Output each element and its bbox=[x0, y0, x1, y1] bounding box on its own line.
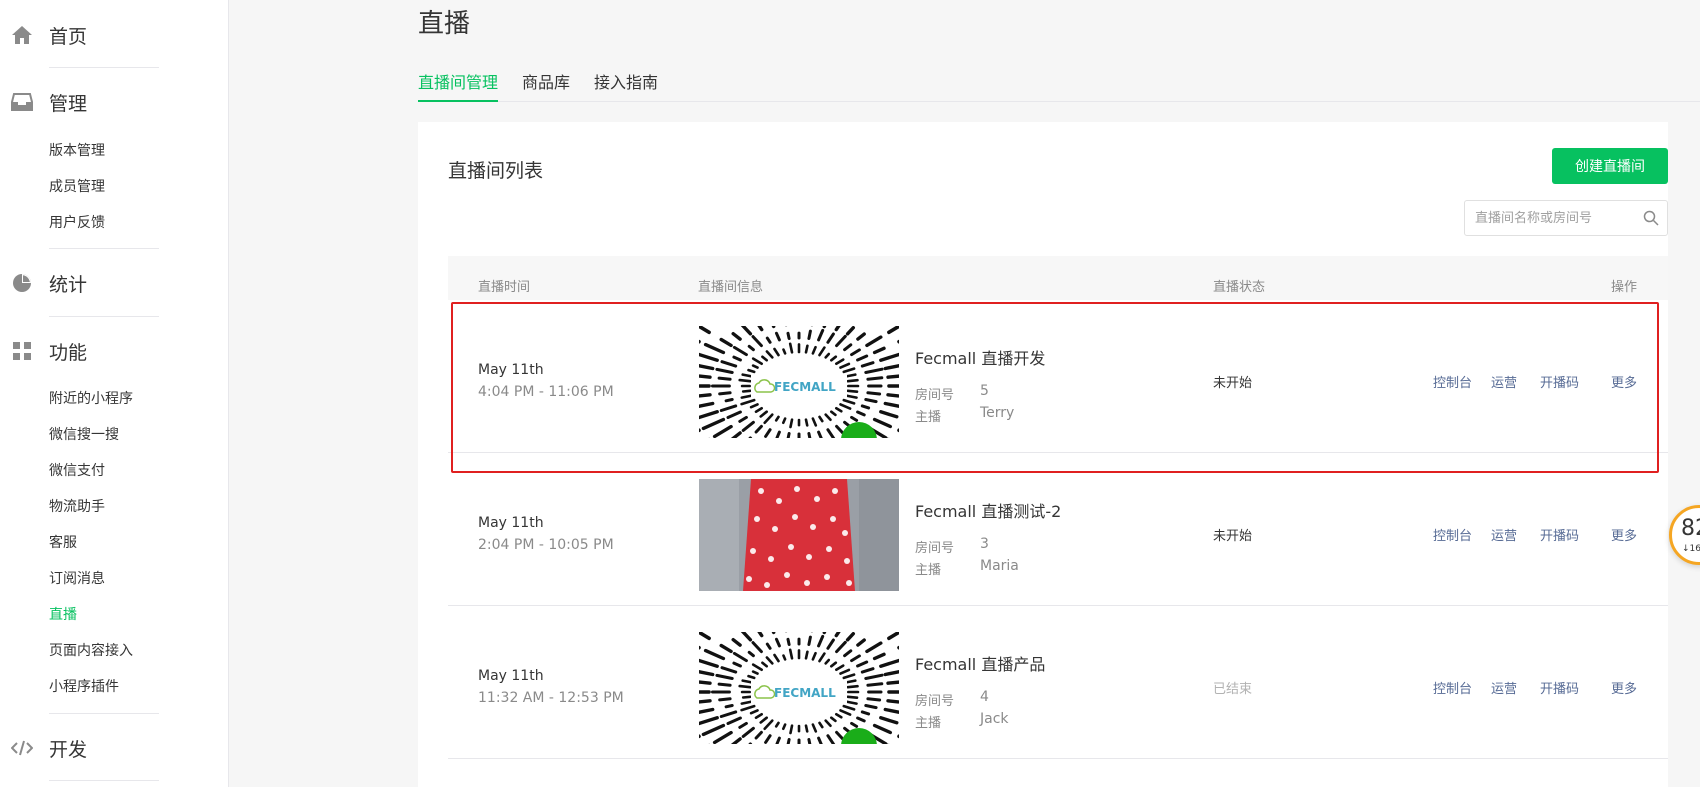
sidebar-item-home[interactable]: 首页 bbox=[0, 15, 229, 55]
start-code-link[interactable]: 开播码 bbox=[1540, 372, 1579, 391]
more-link[interactable]: 更多 bbox=[1611, 525, 1637, 544]
table-row: May 11th 4:04 PM - 11:06 PM FECMALL Fecm… bbox=[448, 300, 1668, 453]
sidebar-item-label: 首页 bbox=[49, 25, 88, 48]
room-number: 4 bbox=[980, 689, 989, 705]
live-status: 未开始 bbox=[1213, 529, 1253, 544]
tab-live-room-manage[interactable]: 直播间管理 bbox=[418, 69, 499, 102]
console-link[interactable]: 控制台 bbox=[1433, 678, 1472, 697]
create-live-room-button[interactable]: 创建直播间 bbox=[1552, 148, 1668, 184]
sidebar-item-label: 开发 bbox=[49, 738, 88, 761]
operate-link[interactable]: 运营 bbox=[1491, 372, 1517, 391]
live-date: May 11th bbox=[478, 668, 544, 684]
host-label: 主播 bbox=[915, 410, 942, 425]
column-header-status: 直播状态 bbox=[1213, 280, 1266, 295]
divider bbox=[49, 248, 159, 249]
badge-value: 82 bbox=[1681, 516, 1700, 541]
live-date: May 11th bbox=[478, 362, 544, 378]
host-label: 主播 bbox=[915, 716, 942, 731]
live-date: May 11th bbox=[478, 515, 544, 531]
sidebar-item-label: 管理 bbox=[49, 92, 88, 115]
search-input[interactable] bbox=[1475, 201, 1635, 235]
table-row: May 11th 2:04 PM - 10:05 PM Fecmall 直播测试… bbox=[448, 453, 1668, 606]
main-content: 直播 直播间管理 商品库 接入指南 直播间列表 创建直播间 直播时间 直播间信息… bbox=[418, 0, 1700, 787]
start-code-link[interactable]: 开播码 bbox=[1540, 525, 1579, 544]
live-status: 已结束 bbox=[1213, 682, 1253, 697]
divider bbox=[49, 713, 159, 714]
room-number: 5 bbox=[980, 383, 989, 399]
code-icon bbox=[11, 737, 33, 759]
sidebar-item-feedback[interactable]: 用户反馈 bbox=[49, 213, 105, 233]
page-title: 直播 bbox=[418, 9, 471, 39]
host-label: 主播 bbox=[915, 563, 942, 578]
sidebar-item-manage[interactable]: 管理 bbox=[0, 82, 229, 122]
column-header-actions: 操作 bbox=[1611, 280, 1638, 295]
card-title: 直播间列表 bbox=[448, 160, 544, 182]
console-link[interactable]: 控制台 bbox=[1433, 372, 1472, 391]
console-link[interactable]: 控制台 bbox=[1433, 525, 1472, 544]
sidebar-item-logistics[interactable]: 物流助手 bbox=[49, 497, 105, 517]
host-name: Maria bbox=[980, 558, 1019, 574]
sidebar-item-pay[interactable]: 微信支付 bbox=[49, 461, 105, 481]
search-icon[interactable] bbox=[1643, 210, 1659, 226]
sidebar-item-label: 功能 bbox=[49, 341, 88, 364]
sidebar-item-label: 统计 bbox=[49, 273, 88, 296]
column-header-time: 直播时间 bbox=[478, 280, 531, 295]
tab-product-library[interactable]: 商品库 bbox=[522, 69, 570, 102]
divider bbox=[49, 780, 159, 781]
live-room-card: 直播间列表 创建直播间 直播时间 直播间信息 直播状态 操作 May 11th … bbox=[418, 122, 1668, 787]
sidebar-item-plugin[interactable]: 小程序插件 bbox=[49, 677, 119, 697]
room-title: Fecmall 直播开发 bbox=[915, 349, 1046, 368]
home-icon bbox=[11, 24, 33, 46]
room-number: 3 bbox=[980, 536, 989, 552]
sidebar-item-search[interactable]: 微信搜一搜 bbox=[49, 425, 119, 445]
live-status: 未开始 bbox=[1213, 376, 1253, 391]
badge-sub-value: ↓16. bbox=[1682, 544, 1700, 554]
room-title: Fecmall 直播产品 bbox=[915, 655, 1046, 674]
room-title: Fecmall 直播测试-2 bbox=[915, 502, 1062, 521]
start-code-link[interactable]: 开播码 bbox=[1540, 678, 1579, 697]
live-time: 11:32 AM - 12:53 PM bbox=[478, 690, 624, 706]
sidebar-item-features[interactable]: 功能 bbox=[0, 331, 229, 371]
search-box bbox=[1464, 200, 1668, 236]
more-link[interactable]: 更多 bbox=[1611, 372, 1637, 391]
sidebar-item-version[interactable]: 版本管理 bbox=[49, 141, 105, 161]
room-number-label: 房间号 bbox=[915, 694, 955, 709]
table-header: 直播时间 直播间信息 直播状态 操作 bbox=[448, 256, 1668, 300]
sidebar-item-subscribe[interactable]: 订阅消息 bbox=[49, 569, 105, 589]
host-name: Jack bbox=[980, 711, 1009, 727]
sidebar-item-content[interactable]: 页面内容接入 bbox=[49, 641, 133, 661]
operate-link[interactable]: 运营 bbox=[1491, 678, 1517, 697]
sidebar: 首页 管理 版本管理 成员管理 用户反馈 统计 功能 附近的小程序 微信搜一搜 … bbox=[0, 0, 229, 787]
dress-thumbnail bbox=[699, 479, 899, 591]
sidebar-item-live[interactable]: 直播 bbox=[49, 605, 77, 625]
tab-bar: 直播间管理 商品库 接入指南 bbox=[418, 66, 1700, 102]
room-number-label: 房间号 bbox=[915, 541, 955, 556]
qr-code-thumbnail: FECMALL bbox=[699, 326, 899, 438]
more-link[interactable]: 更多 bbox=[1611, 678, 1637, 697]
column-header-info: 直播间信息 bbox=[698, 280, 764, 295]
sidebar-item-service[interactable]: 客服 bbox=[49, 533, 77, 553]
room-number-label: 房间号 bbox=[915, 388, 955, 403]
live-time: 2:04 PM - 10:05 PM bbox=[478, 537, 614, 553]
grid-icon bbox=[11, 340, 33, 362]
host-name: Terry bbox=[980, 405, 1015, 421]
svg-text:FECMALL: FECMALL bbox=[774, 686, 836, 700]
sidebar-item-dev[interactable]: 开发 bbox=[0, 728, 229, 768]
tab-access-guide[interactable]: 接入指南 bbox=[594, 69, 658, 102]
live-time: 4:04 PM - 11:06 PM bbox=[478, 384, 614, 400]
table-row: May 11th 11:32 AM - 12:53 PM FECMALL Fec… bbox=[448, 606, 1668, 759]
sidebar-item-nearby[interactable]: 附近的小程序 bbox=[49, 389, 133, 409]
sidebar-item-stats[interactable]: 统计 bbox=[0, 263, 229, 303]
qr-code-thumbnail: FECMALL bbox=[699, 632, 899, 744]
divider bbox=[49, 316, 159, 317]
inbox-icon bbox=[11, 91, 33, 113]
divider bbox=[49, 67, 159, 68]
operate-link[interactable]: 运营 bbox=[1491, 525, 1517, 544]
svg-text:FECMALL: FECMALL bbox=[774, 380, 836, 394]
pie-chart-icon bbox=[11, 272, 33, 294]
sidebar-item-members[interactable]: 成员管理 bbox=[49, 177, 105, 197]
